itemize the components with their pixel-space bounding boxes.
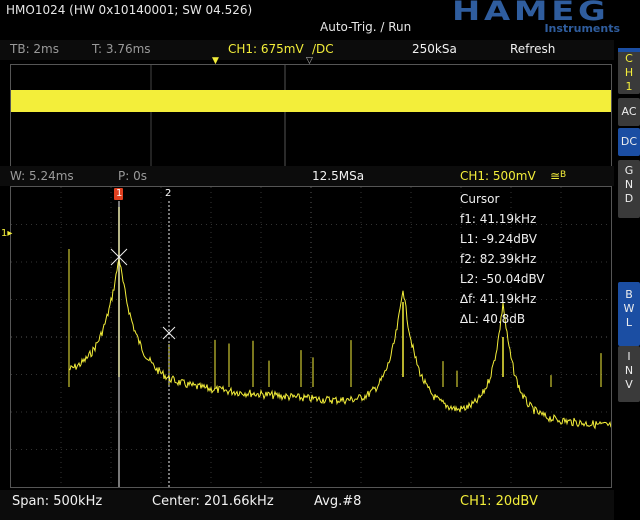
brand-subtitle: Instruments [544, 22, 620, 35]
channel-button[interactable]: C H 1 [618, 48, 640, 94]
timebase-label[interactable]: TB: 2ms [10, 42, 59, 56]
cursor-f2: f2: 82.39kHz [460, 252, 537, 266]
span-label[interactable]: Span: 500kHz [12, 494, 102, 509]
cursor1-marker-label: 1 [116, 188, 123, 199]
window-label[interactable]: W: 5.24ms [10, 169, 74, 183]
device-title: HMO1024 (HW 0x10140001; SW 04.526) [6, 3, 253, 17]
coupling-symbol: ≅ [550, 169, 561, 183]
cursor-delta-f: ∆f: 41.19kHz [460, 292, 537, 306]
gnd-button[interactable]: G N D [618, 160, 640, 218]
scale-label[interactable]: CH1: 20dBV [460, 494, 538, 509]
sample-rate-label: 250kSa [412, 42, 457, 56]
bwl-button[interactable]: B W L [618, 282, 640, 346]
bw-symbol: B [560, 170, 567, 180]
average-label[interactable]: Avg.#8 [314, 494, 361, 509]
time-trace [11, 90, 611, 112]
position-label[interactable]: P: 0s [118, 169, 147, 183]
cursor-l2: L2: -50.04dBV [460, 272, 545, 286]
coupling-label[interactable]: /DC [312, 42, 334, 56]
hameg-logo: HAMEG Instruments [452, 0, 628, 36]
dc-coupling-button[interactable]: DC [618, 128, 640, 156]
acquisition-mode-label[interactable]: Refresh [510, 42, 555, 56]
fft-settings-bar: Span: 500kHz Center: 201.66kHz Avg.#8 CH… [0, 490, 614, 520]
cursor-l1: L1: -9.24dBV [460, 232, 537, 246]
cursor-delta-l: ∆L: 40.8dB [460, 312, 526, 326]
time-domain-svg [11, 65, 611, 167]
cursor-f1: f1: 41.19kHz [460, 212, 537, 226]
time-domain-plot[interactable] [10, 64, 612, 168]
cursor-readout: Cursor f1: 41.19kHz L1: -9.24dBV f2: 82.… [460, 192, 545, 332]
fft-sample-rate-label: 12.5MSa [312, 169, 365, 183]
fft-channel-label[interactable]: CH1: 500mV [460, 169, 536, 183]
center-label[interactable]: Center: 201.66kHz [152, 494, 274, 509]
trigger-status: Auto-Trig. / Run [320, 20, 412, 34]
cursor-title: Cursor [460, 192, 500, 206]
cursor2-marker-label[interactable]: 2 [165, 188, 171, 199]
ac-coupling-button[interactable]: AC [618, 98, 640, 126]
fft-info-bar: W: 5.24ms P: 0s 12.5MSa CH1: 500mV ≅ B [0, 166, 614, 186]
trigger-time-label[interactable]: T: 3.76ms [92, 42, 151, 56]
invert-button[interactable]: I N V [618, 346, 640, 402]
channel-label[interactable]: CH1: 675mV [228, 42, 304, 56]
ch1-level-marker: 1▸ [1, 228, 13, 239]
